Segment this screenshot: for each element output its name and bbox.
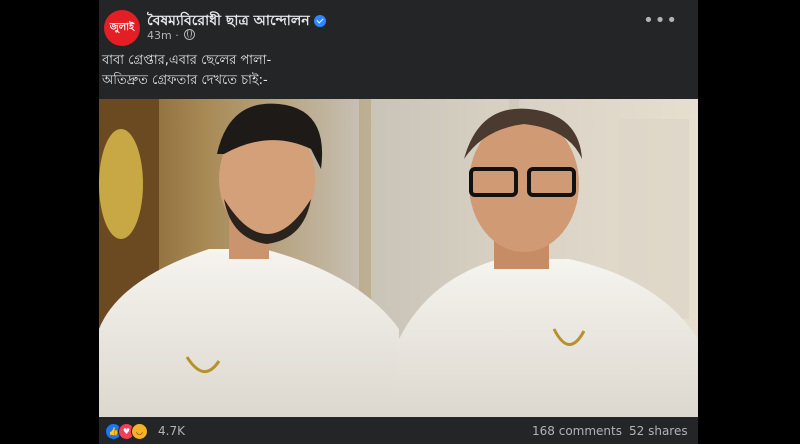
caption-line-2: অতিদ্রুত গ্রেফতার দেখতে চাই:- <box>102 73 268 88</box>
post-caption: বাবা গ্রেপ্তার,এবার ছেলের পালা- অতিদ্রুত… <box>102 51 271 91</box>
more-options-icon[interactable]: ••• <box>643 10 678 31</box>
page-avatar[interactable]: জুলাই <box>104 10 140 46</box>
shares-count[interactable]: 52 shares <box>629 424 688 438</box>
globe-icon <box>184 29 196 40</box>
page-name: বৈষম্যবিরোধী ছাত্র আন্দোলন <box>147 13 310 29</box>
post-photo[interactable] <box>99 99 698 417</box>
post-meta: 43m · <box>147 29 196 42</box>
post-time[interactable]: 43m <box>147 29 172 42</box>
facebook-post: জুলাই বৈষম্যবিরোধী ছাত্র আন্দোলন 43m · •… <box>99 0 698 444</box>
reaction-count[interactable]: 4.7K <box>158 424 185 438</box>
haha-reaction-icon: ◡ <box>131 423 148 440</box>
verified-badge-icon <box>313 15 326 27</box>
caption-line-1: বাবা গ্রেপ্তার,এবার ছেলের পালা- <box>102 53 272 68</box>
photo-two-men <box>99 99 698 417</box>
post-footer: 👍 ♥ ◡ 4.7K 168 comments 52 shares <box>99 417 698 444</box>
reactions-summary[interactable]: 👍 ♥ ◡ <box>105 423 148 440</box>
avatar-text: জুলাই <box>109 21 135 33</box>
comments-count[interactable]: 168 comments <box>532 424 622 438</box>
post-header: জুলাই বৈষম্যবিরোধী ছাত্র আন্দোলন 43m · •… <box>99 0 698 50</box>
